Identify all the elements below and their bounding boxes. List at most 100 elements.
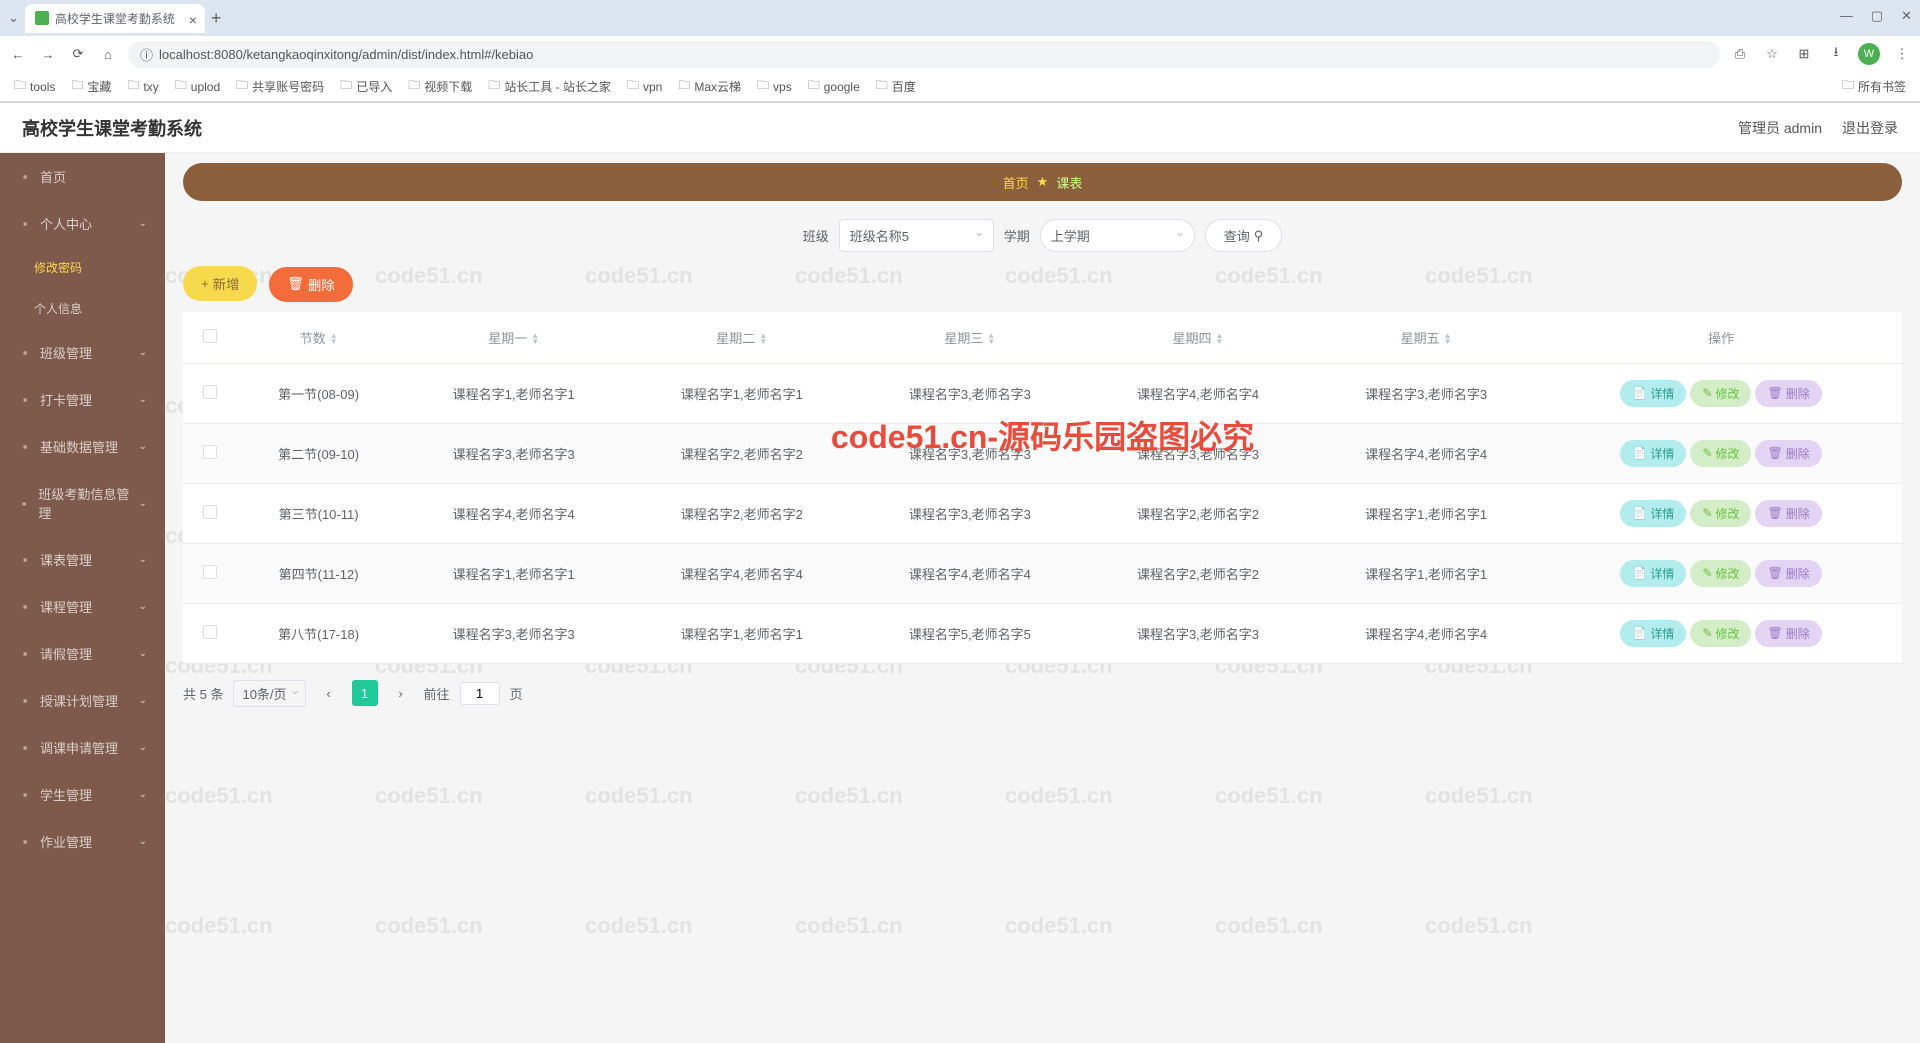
download-icon[interactable]: ⭳ [1826, 44, 1846, 64]
sort-icon[interactable]: ▲▼ [1216, 333, 1224, 345]
browser-tab[interactable]: 高校学生课堂考勤系统 × [25, 4, 205, 33]
sidebar-sub-item[interactable]: 个人信息 [0, 288, 165, 329]
forward-icon[interactable]: → [38, 44, 58, 64]
bookmark-item[interactable]: 🗀txy [121, 74, 164, 99]
row-delete-button[interactable]: 🗑删除 [1755, 440, 1821, 467]
term-select[interactable]: 上学期 [1040, 219, 1195, 252]
user-label[interactable]: 管理员 admin [1738, 118, 1822, 138]
detail-button[interactable]: 📄详情 [1620, 500, 1686, 527]
page-size-select[interactable]: 10条/页 [233, 680, 305, 707]
bookmark-item[interactable]: 🗀tools [8, 74, 61, 99]
menu-icon[interactable]: ⋮ [1892, 44, 1912, 64]
table-header[interactable]: 星期五▲▼ [1312, 312, 1540, 364]
bookmark-item[interactable]: 🗀共享账号密码 [230, 74, 330, 99]
address-bar[interactable]: ⓘ localhost:8080/ketangkaoqinxitong/admi… [128, 41, 1720, 68]
edit-button[interactable]: ✎修改 [1690, 440, 1751, 467]
row-checkbox[interactable] [203, 385, 217, 399]
sort-icon[interactable]: ▲▼ [531, 333, 539, 345]
delete-button[interactable]: 🗑删除 [269, 267, 353, 302]
row-checkbox[interactable] [203, 505, 217, 519]
bookmark-item[interactable]: 🗀Max云梯 [672, 74, 747, 99]
logout-link[interactable]: 退出登录 [1842, 118, 1898, 138]
detail-button[interactable]: 📄详情 [1620, 620, 1686, 647]
prev-page-button[interactable]: ‹ [316, 680, 342, 706]
row-checkbox[interactable] [203, 625, 217, 639]
bookmark-star-icon[interactable]: ☆ [1762, 44, 1782, 64]
install-icon[interactable]: ⎙ [1730, 44, 1750, 64]
sidebar-item[interactable]: ▪学生管理⌄ [0, 771, 165, 818]
sidebar-item[interactable]: ▪授课计划管理⌄ [0, 677, 165, 724]
query-button[interactable]: 查询 ⚲ [1205, 219, 1283, 252]
sort-icon[interactable]: ▲▼ [330, 333, 338, 345]
bookmark-item[interactable]: 🗀google [802, 74, 866, 99]
home-icon[interactable]: ⌂ [98, 44, 118, 64]
table-header[interactable]: 星期一▲▼ [400, 312, 628, 364]
row-delete-button[interactable]: 🗑删除 [1755, 560, 1821, 587]
table-header[interactable]: 操作 [1540, 312, 1902, 364]
sidebar-item[interactable]: ▪首页 [0, 153, 165, 200]
all-bookmarks[interactable]: 🗀 所有书签 [1836, 74, 1912, 99]
bookmark-item[interactable]: 🗀百度 [870, 74, 922, 99]
row-delete-button[interactable]: 🗑删除 [1755, 620, 1821, 647]
sidebar-item[interactable]: ▪基础数据管理⌄ [0, 423, 165, 470]
page-1-button[interactable]: 1 [352, 680, 378, 706]
bookmark-item[interactable]: 🗀uplod [169, 74, 226, 99]
table-header[interactable]: 星期四▲▼ [1084, 312, 1312, 364]
row-delete-button[interactable]: 🗑删除 [1755, 500, 1821, 527]
bookmark-item[interactable]: 🗀vps [751, 74, 798, 99]
sort-icon[interactable]: ▲▼ [1444, 333, 1452, 345]
breadcrumb-home[interactable]: 首页 [1003, 173, 1029, 192]
bookmark-item[interactable]: 🗀视频下载 [402, 74, 478, 99]
sidebar-item[interactable]: ▪班级管理⌄ [0, 329, 165, 376]
wed-cell: 课程名字3,老师名字3 [856, 483, 1084, 543]
back-icon[interactable]: ← [8, 44, 28, 64]
sidebar-item[interactable]: ▪课表管理⌄ [0, 536, 165, 583]
bookmark-item[interactable]: 🗀vpn [621, 74, 668, 99]
minimize-icon[interactable]: — [1840, 8, 1853, 24]
sort-icon[interactable]: ▲▼ [987, 333, 995, 345]
goto-input[interactable] [460, 682, 500, 705]
bookmark-item[interactable]: 🗀宝藏 [65, 74, 117, 99]
table-header[interactable]: 星期三▲▼ [856, 312, 1084, 364]
extensions-icon[interactable]: ⊞ [1794, 44, 1814, 64]
class-select[interactable]: 班级名称5 [839, 219, 994, 252]
edit-button[interactable]: ✎修改 [1690, 620, 1751, 647]
sidebar-item[interactable]: ▪打卡管理⌄ [0, 376, 165, 423]
row-delete-button[interactable]: 🗑删除 [1755, 380, 1821, 407]
sidebar-item[interactable]: ▪班级考勤信息管理⌄ [0, 470, 165, 536]
sidebar-sub-item[interactable]: 修改密码 [0, 247, 165, 288]
edit-button[interactable]: ✎修改 [1690, 560, 1751, 587]
table-header[interactable]: 节数▲▼ [238, 312, 400, 364]
sidebar-item[interactable]: ▪课程管理⌄ [0, 583, 165, 630]
edit-button[interactable]: ✎修改 [1690, 380, 1751, 407]
add-button[interactable]: +新增 [183, 266, 257, 301]
detail-button[interactable]: 📄详情 [1620, 560, 1686, 587]
chevron-down-icon: ⌄ [139, 441, 147, 452]
sidebar-item[interactable]: ▪作业管理⌄ [0, 818, 165, 865]
new-tab-icon[interactable]: + [211, 8, 222, 29]
site-info-icon[interactable]: ⓘ [140, 45, 153, 64]
period-cell: 第一节(08-09) [238, 363, 400, 423]
sort-icon[interactable]: ▲▼ [759, 333, 767, 345]
select-all-checkbox[interactable] [203, 329, 217, 343]
table-header[interactable]: 星期二▲▼ [628, 312, 856, 364]
close-icon[interactable]: ✕ [1901, 8, 1912, 24]
tue-cell: 课程名字4,老师名字4 [628, 543, 856, 603]
tabs-dropdown-icon[interactable]: ⌄ [8, 10, 19, 26]
sidebar-item[interactable]: ▪个人中心⌄ [0, 200, 165, 247]
profile-avatar[interactable]: W [1858, 43, 1880, 65]
detail-button[interactable]: 📄详情 [1620, 380, 1686, 407]
maximize-icon[interactable]: ▢ [1871, 8, 1883, 24]
reload-icon[interactable]: ⟳ [68, 44, 88, 64]
sidebar-item[interactable]: ▪请假管理⌄ [0, 630, 165, 677]
detail-button[interactable]: 📄详情 [1620, 440, 1686, 467]
row-checkbox[interactable] [203, 565, 217, 579]
bookmark-item[interactable]: 🗀站长工具 - 站长之家 [482, 74, 617, 99]
row-checkbox[interactable] [203, 445, 217, 459]
sidebar-item[interactable]: ▪调课申请管理⌄ [0, 724, 165, 771]
checkbox-header [183, 312, 238, 364]
tab-close-icon[interactable]: × [189, 12, 197, 28]
edit-button[interactable]: ✎修改 [1690, 500, 1751, 527]
bookmark-item[interactable]: 🗀已导入 [334, 74, 398, 99]
next-page-button[interactable]: › [388, 680, 414, 706]
